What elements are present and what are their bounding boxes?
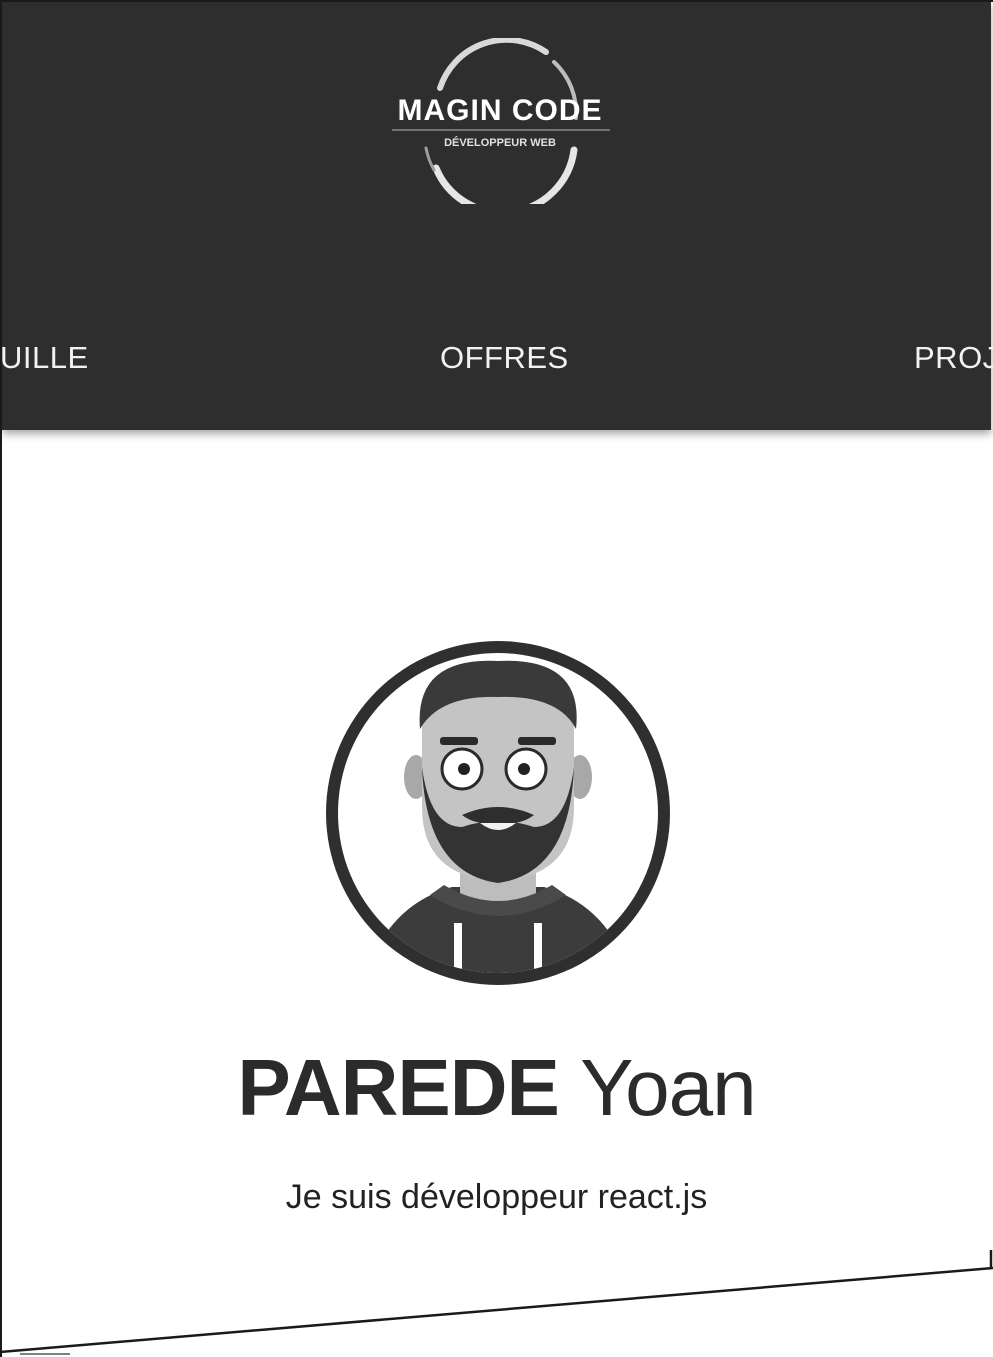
logo-title: MAGIN CODE xyxy=(398,94,603,127)
profile-tagline: Je suis développeur react.js xyxy=(285,1178,708,1216)
profile-name: PAREDE Yoan xyxy=(0,1042,993,1134)
site-header: MAGIN CODE DÉVELOPPEUR WEB UILLE OFFRES … xyxy=(0,2,993,430)
profile-last-name: PAREDE xyxy=(237,1043,559,1132)
nav-item-offres[interactable]: OFFRES xyxy=(440,340,569,376)
logo-subtitle: DÉVELOPPEUR WEB xyxy=(444,136,556,149)
magin-code-logo[interactable]: MAGIN CODE DÉVELOPPEUR WEB xyxy=(378,38,622,204)
nav-item-projets[interactable]: PROJ xyxy=(914,340,993,376)
nav-item-portfolio[interactable]: UILLE xyxy=(0,340,89,376)
developer-avatar-icon xyxy=(326,641,670,985)
frame-left-border xyxy=(0,0,2,1357)
page-bottom-edge xyxy=(0,1250,993,1357)
frame-top-border xyxy=(0,0,993,2)
profile-first-name: Yoan xyxy=(580,1043,756,1132)
page: MAGIN CODE DÉVELOPPEUR WEB UILLE OFFRES … xyxy=(0,0,993,1357)
